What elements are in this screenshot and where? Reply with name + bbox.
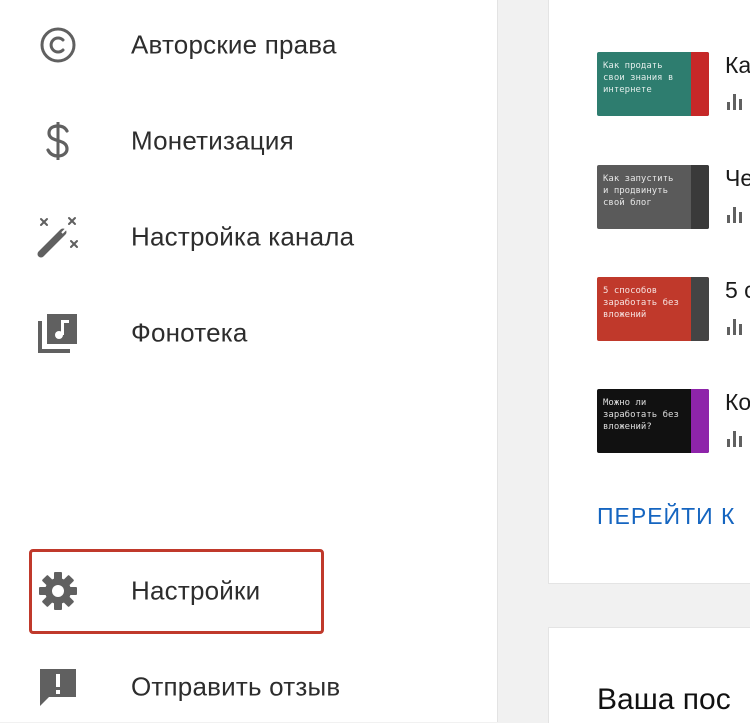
latest-videos-card: Как продать свои знания в интернете Ка К… — [548, 0, 750, 584]
copyright-icon — [36, 23, 80, 67]
magic-wand-icon — [36, 215, 80, 259]
thumbnail-stripe — [691, 165, 709, 229]
feedback-icon — [36, 665, 80, 709]
thumbnail-stripe — [691, 277, 709, 341]
bottom-card: Ваша пос — [548, 627, 750, 723]
sidebar: Авторские права Монетизация Настройка ка… — [0, 0, 498, 722]
video-title[interactable]: 5 с — [725, 277, 750, 304]
bottom-card-title: Ваша пос — [597, 683, 731, 716]
sidebar-item-label: Авторские права — [131, 29, 337, 60]
thumbnail-text: 5 способов заработать без вложений — [603, 286, 679, 320]
video-thumbnail[interactable]: Можно ли заработать без вложений? — [597, 389, 709, 453]
settings-highlight-frame — [29, 549, 324, 634]
sidebar-item-audio-library[interactable]: Фонотека — [0, 303, 497, 363]
video-title[interactable]: Ка — [725, 52, 750, 79]
sidebar-item-label: Настройка канала — [131, 221, 355, 252]
bar-chart-icon — [727, 205, 750, 223]
sidebar-item-copyright[interactable]: Авторские права — [0, 15, 497, 75]
thumbnail-text: Можно ли заработать без вложений? — [603, 398, 679, 432]
video-row[interactable]: 5 способов заработать без вложений 5 с — [597, 277, 750, 347]
sidebar-item-send-feedback[interactable]: Отправить отзыв — [0, 657, 497, 717]
video-row[interactable]: Как продать свои знания в интернете Ка — [597, 52, 750, 122]
video-title[interactable]: Ко — [725, 389, 750, 416]
sidebar-item-monetization[interactable]: Монетизация — [0, 111, 497, 171]
video-thumbnail[interactable]: Как продать свои знания в интернете — [597, 52, 709, 116]
thumbnail-text: Как запустить и продвинуть свой блог — [603, 174, 674, 208]
video-thumbnail[interactable]: 5 способов заработать без вложений — [597, 277, 709, 341]
audio-library-icon — [36, 311, 80, 355]
go-to-videos-link[interactable]: ПЕРЕЙТИ К — [597, 503, 735, 530]
sidebar-item-label: Монетизация — [131, 125, 294, 156]
video-title[interactable]: Че — [725, 165, 750, 192]
bar-chart-icon — [727, 317, 750, 335]
sidebar-item-channel-customization[interactable]: Настройка канала — [0, 207, 497, 267]
dollar-icon — [36, 119, 80, 163]
video-row[interactable]: Можно ли заработать без вложений? Ко — [597, 389, 750, 459]
video-row[interactable]: Как запустить и продвинуть свой блог Че — [597, 165, 750, 235]
sidebar-item-label: Отправить отзыв — [131, 671, 341, 702]
thumbnail-text: Как продать свои знания в интернете — [603, 61, 674, 95]
bar-chart-icon — [727, 429, 750, 447]
video-thumbnail[interactable]: Как запустить и продвинуть свой блог — [597, 165, 709, 229]
bar-chart-icon — [727, 92, 750, 110]
sidebar-item-label: Фонотека — [131, 317, 248, 348]
thumbnail-stripe — [691, 389, 709, 453]
thumbnail-stripe — [691, 52, 709, 116]
